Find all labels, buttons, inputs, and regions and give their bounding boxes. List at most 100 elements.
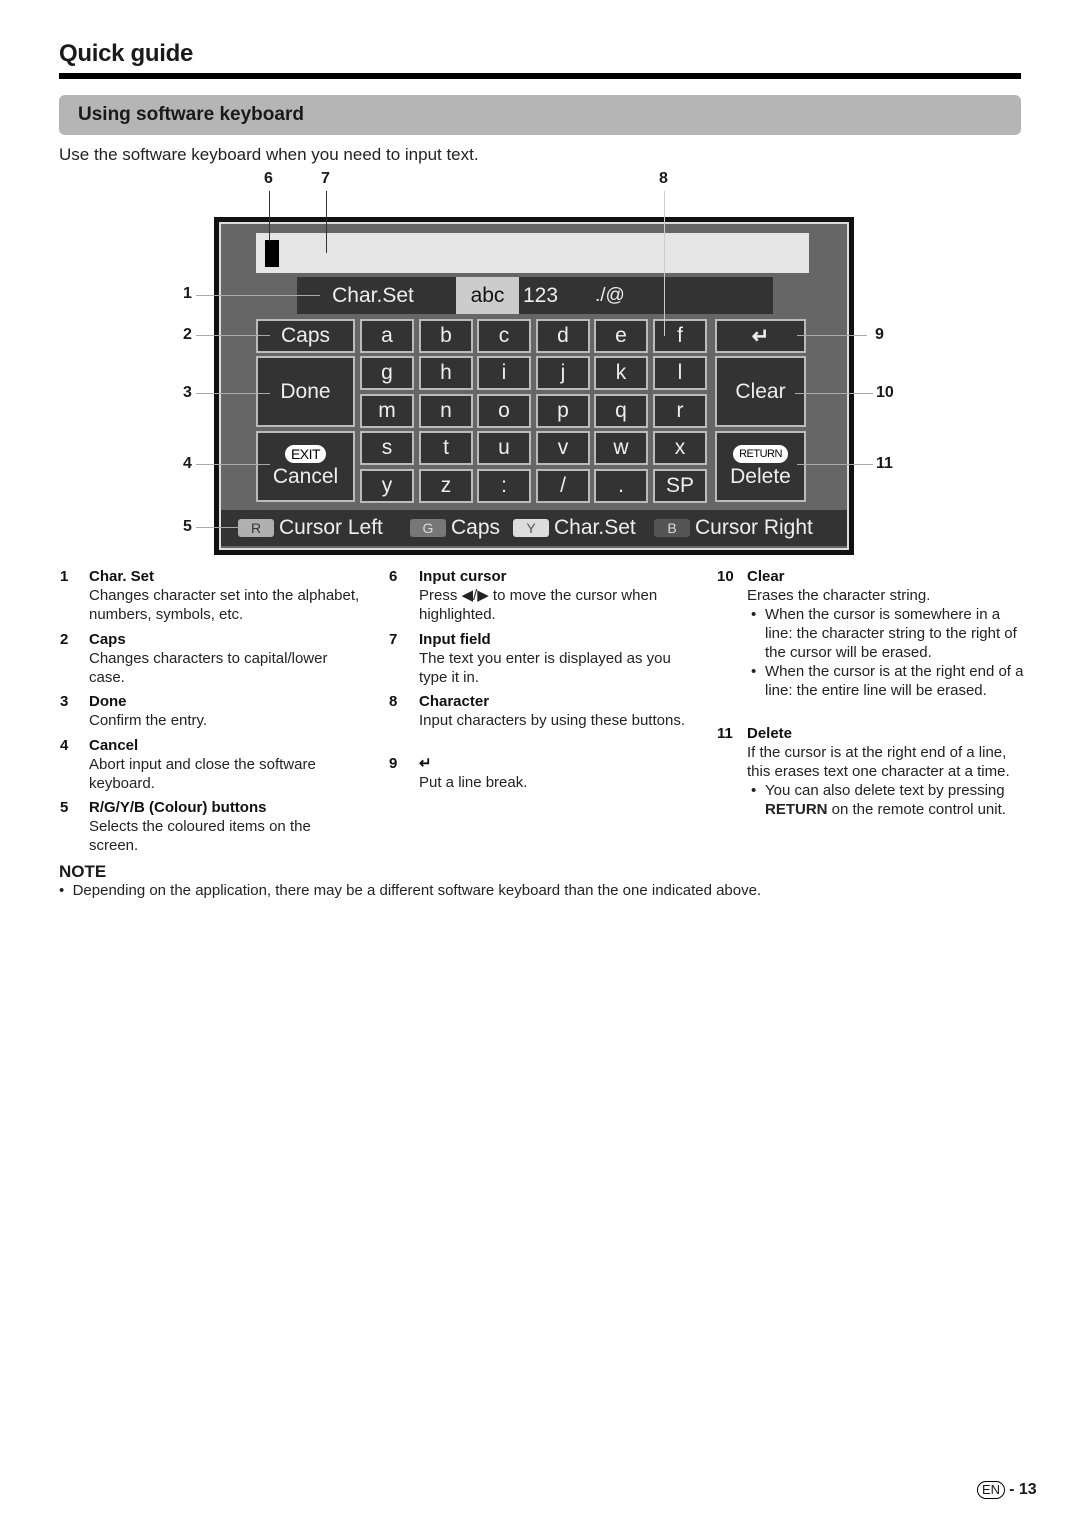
item-number: 4 xyxy=(60,737,69,754)
language-badge-icon: EN xyxy=(977,1481,1006,1499)
char-key[interactable]: l xyxy=(653,356,707,390)
item-title: Done xyxy=(89,693,127,710)
char-key[interactable]: n xyxy=(419,394,473,428)
char-key[interactable]: t xyxy=(419,431,473,465)
char-key[interactable]: p xyxy=(536,394,590,428)
char-key-label: : xyxy=(501,474,507,497)
item-body: Input characters by using these buttons. xyxy=(419,712,685,729)
red-button-icon: R xyxy=(238,519,274,537)
char-key[interactable]: v xyxy=(536,431,590,465)
char-key[interactable]: j xyxy=(536,356,590,390)
exit-badge-icon: EXIT xyxy=(284,444,327,463)
colour-item-yellow[interactable]: Y Char.Set xyxy=(513,513,636,543)
char-key-label: k xyxy=(615,361,627,384)
char-key-label: h xyxy=(440,361,452,384)
char-key[interactable]: r xyxy=(653,394,707,428)
char-key[interactable]: u xyxy=(477,431,531,465)
char-key[interactable]: x xyxy=(653,431,707,465)
page-title: Quick guide xyxy=(59,40,194,67)
char-key-label: SP xyxy=(665,474,694,497)
char-key[interactable]: h xyxy=(419,356,473,390)
line-break-key[interactable]: ↵ xyxy=(715,319,806,353)
char-key[interactable]: a xyxy=(360,319,414,353)
item-body: Confirm the entry. xyxy=(89,712,208,729)
colour-item-green[interactable]: G Caps xyxy=(410,513,500,543)
section-title: Using software keyboard xyxy=(78,104,304,125)
leader-line-11 xyxy=(797,464,873,465)
leader-line-10 xyxy=(795,393,873,394)
charset-option-symbols[interactable]: ./@ xyxy=(595,277,645,314)
item-number: 7 xyxy=(389,631,398,648)
callout-5: 5 xyxy=(183,518,192,535)
colour-item-blue[interactable]: B Cursor Right xyxy=(654,513,813,543)
char-key[interactable]: c xyxy=(477,319,531,353)
char-key[interactable]: i xyxy=(477,356,531,390)
char-key[interactable]: q xyxy=(594,394,648,428)
delete-key[interactable]: RETURN Delete xyxy=(715,431,806,502)
cancel-key-label: Cancel xyxy=(272,464,339,488)
char-key-label: y xyxy=(381,474,393,497)
char-key[interactable]: w xyxy=(594,431,648,465)
char-key[interactable]: f xyxy=(653,319,707,353)
description-item-6: 6 Input cursor Press ◀/▶ to move the cur… xyxy=(389,567,699,624)
callout-6: 6 xyxy=(264,170,273,187)
description-item-5: 5 R/G/Y/B (Colour) buttons Selects the c… xyxy=(60,798,360,855)
page-number-value: 13 xyxy=(1018,1481,1037,1498)
input-field[interactable] xyxy=(256,233,809,273)
char-key[interactable]: : xyxy=(477,469,531,503)
leader-line-7 xyxy=(326,191,327,253)
item-title: Input cursor xyxy=(419,568,507,585)
char-key[interactable]: g xyxy=(360,356,414,390)
char-key[interactable]: . xyxy=(594,469,648,503)
callout-8: 8 xyxy=(659,170,668,187)
char-key-label: w xyxy=(613,436,629,459)
char-key[interactable]: SP xyxy=(653,469,707,503)
description-item-2: 2 Caps Changes characters to capital/low… xyxy=(60,630,360,687)
caps-key[interactable]: Caps xyxy=(256,319,355,353)
line-break-icon: ↵ xyxy=(419,755,432,772)
char-key[interactable]: y xyxy=(360,469,414,503)
char-key[interactable]: k xyxy=(594,356,648,390)
char-key[interactable]: m xyxy=(360,394,414,428)
item-body: Abort input and close the software keybo… xyxy=(89,756,316,792)
item-title: R/G/Y/B (Colour) buttons xyxy=(89,799,267,816)
char-key-label: q xyxy=(615,399,627,422)
char-key[interactable]: b xyxy=(419,319,473,353)
colour-item-red[interactable]: R Cursor Left xyxy=(238,513,383,543)
leader-line-8 xyxy=(664,191,665,336)
clear-key[interactable]: Clear xyxy=(715,356,806,427)
char-key[interactable]: s xyxy=(360,431,414,465)
char-key[interactable]: / xyxy=(536,469,590,503)
callout-2: 2 xyxy=(183,326,192,343)
cancel-key[interactable]: EXIT Cancel xyxy=(256,431,355,502)
caps-key-label: Caps xyxy=(280,324,331,347)
return-badge-icon: RETURN xyxy=(733,444,788,463)
char-key-label: n xyxy=(440,399,452,422)
callout-1: 1 xyxy=(183,285,192,302)
leader-line-6 xyxy=(269,191,270,241)
char-key-label: x xyxy=(674,436,686,459)
char-key[interactable]: z xyxy=(419,469,473,503)
item-title: Character xyxy=(419,693,490,710)
leader-line-9 xyxy=(797,335,867,336)
item-number: 8 xyxy=(389,693,398,710)
description-item-7: 7 Input field The text you enter is disp… xyxy=(389,630,699,687)
item-body: Press ◀/▶ to move the cursor when highli… xyxy=(419,587,658,623)
charset-label: Char.Set xyxy=(332,284,414,307)
charset-option-abc[interactable]: abc xyxy=(456,277,519,314)
char-key[interactable]: e xyxy=(594,319,648,353)
char-key[interactable]: d xyxy=(536,319,590,353)
delete-key-label: Delete xyxy=(730,464,791,488)
item-body: Selects the coloured items on the screen… xyxy=(89,818,311,854)
leader-line-1 xyxy=(196,295,320,296)
description-item-4: 4 Cancel Abort input and close the softw… xyxy=(60,736,360,793)
char-key-label: . xyxy=(618,474,624,497)
done-key-label: Done xyxy=(280,379,331,403)
colour-item-label: Caps xyxy=(451,516,501,539)
charset-option-123[interactable]: 123 xyxy=(523,277,575,314)
char-key[interactable]: o xyxy=(477,394,531,428)
char-key-label: v xyxy=(557,436,569,459)
note-item-text: Depending on the application, there may … xyxy=(72,882,762,899)
item-number: 6 xyxy=(389,568,398,585)
done-key[interactable]: Done xyxy=(256,356,355,427)
